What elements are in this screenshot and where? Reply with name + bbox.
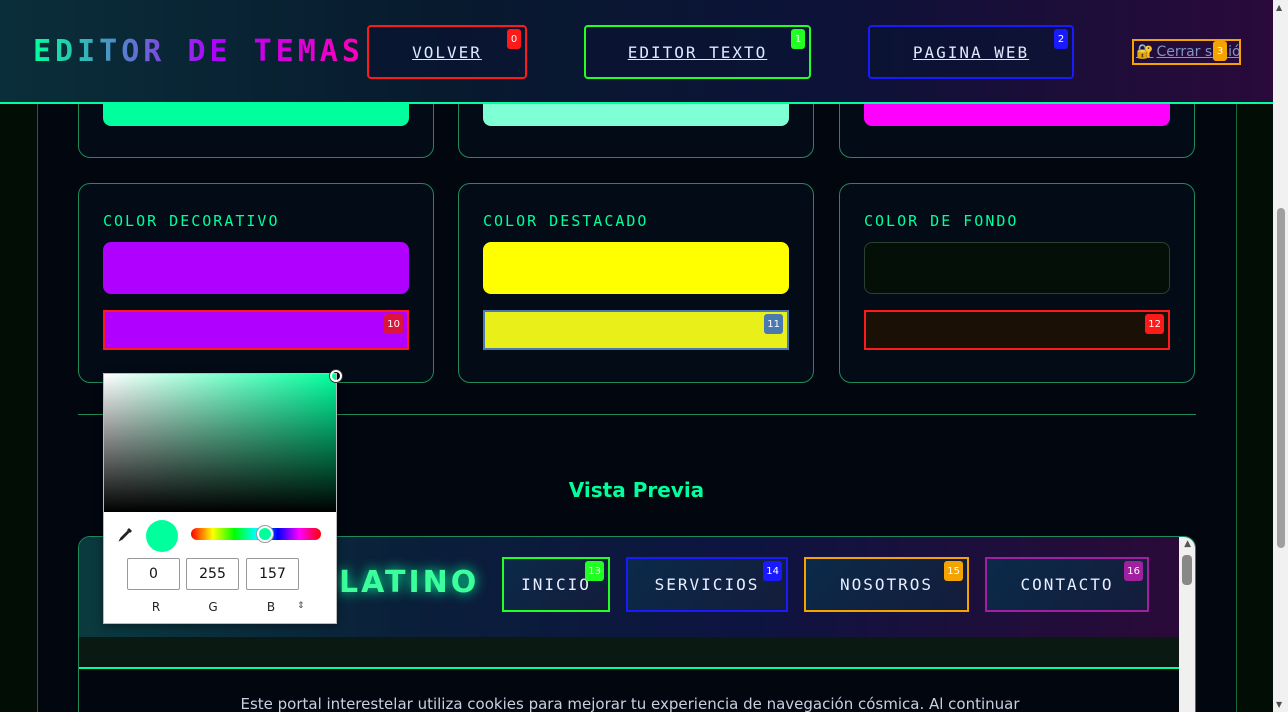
preview-scroll-thumb[interactable] bbox=[1182, 555, 1192, 585]
index-badge: 11 bbox=[764, 314, 783, 334]
sv-cursor[interactable] bbox=[330, 370, 342, 382]
preview-nav-nosotros[interactable]: NOSOTROS 15 bbox=[804, 557, 969, 612]
scroll-down-icon[interactable]: ▼ bbox=[1276, 700, 1282, 709]
preview-nav-inicio[interactable]: INICIO 13 bbox=[502, 557, 610, 612]
saturation-value-area[interactable] bbox=[104, 370, 342, 512]
index-badge: 3 bbox=[1213, 41, 1227, 61]
color-input-destacado[interactable]: 11 bbox=[483, 310, 789, 350]
color-input-decorativo[interactable]: 10 bbox=[103, 310, 409, 350]
blue-label: B bbox=[266, 600, 276, 614]
top-header: EDITOR DE TEMAS VOLVER 0 EDITOR TEXTO 1 … bbox=[0, 0, 1273, 104]
index-badge: 0 bbox=[507, 29, 521, 49]
color-card-secondary bbox=[458, 98, 814, 158]
color-input-fondo[interactable]: 12 bbox=[864, 310, 1170, 350]
eyedropper-icon[interactable] bbox=[118, 526, 134, 546]
preview-nav-contacto[interactable]: CONTACTO 16 bbox=[985, 557, 1149, 612]
editor-texto-button[interactable]: EDITOR TEXTO 1 bbox=[584, 25, 811, 79]
hue-thumb[interactable] bbox=[257, 526, 273, 542]
preview-nav-servicios[interactable]: SERVICIOS 14 bbox=[626, 557, 788, 612]
red-label: R bbox=[151, 600, 161, 614]
index-badge: 12 bbox=[1145, 314, 1164, 334]
color-card-accent bbox=[839, 98, 1195, 158]
index-badge: 16 bbox=[1124, 561, 1143, 581]
red-input[interactable]: 0 bbox=[127, 558, 180, 590]
color-swatch-decorativo[interactable] bbox=[103, 242, 409, 294]
hue-slider[interactable] bbox=[191, 526, 321, 542]
green-label: G bbox=[208, 600, 218, 614]
format-toggle-icon[interactable]: ⇕ bbox=[297, 601, 305, 611]
color-swatch-fondo[interactable] bbox=[864, 242, 1170, 294]
card-title: Color destacado bbox=[483, 212, 649, 230]
index-badge: 13 bbox=[585, 561, 604, 581]
preview-band bbox=[79, 637, 1181, 669]
logout-link[interactable]: 🔐 Cerrar sesión 3 bbox=[1132, 39, 1241, 65]
blue-input[interactable]: 157 bbox=[246, 558, 299, 590]
current-color-preview bbox=[146, 520, 178, 552]
cookie-notice-text: Este portal interestelar utiliza cookies… bbox=[240, 695, 1020, 712]
pagina-web-button[interactable]: PAGINA WEB 2 bbox=[868, 25, 1074, 79]
scroll-up-icon[interactable]: ▲ bbox=[1184, 539, 1191, 549]
green-input[interactable]: 255 bbox=[186, 558, 239, 590]
color-picker-popup: 0 255 157 R G B ⇕ bbox=[103, 370, 342, 624]
page-scrollbar[interactable]: ▲ ▼ bbox=[1273, 0, 1288, 712]
brand-title: EDITOR DE TEMAS bbox=[33, 34, 364, 69]
card-title: Color de fondo bbox=[864, 212, 1019, 230]
page-scroll-thumb[interactable] bbox=[1277, 208, 1285, 548]
preview-logo: LATINO bbox=[339, 565, 480, 600]
color-card-fondo: Color de fondo 12 bbox=[839, 183, 1195, 383]
preview-scrollbar[interactable]: ▲ bbox=[1179, 537, 1195, 712]
volver-button[interactable]: VOLVER 0 bbox=[367, 25, 527, 79]
index-badge: 10 bbox=[384, 314, 403, 334]
color-swatch-destacado[interactable] bbox=[483, 242, 789, 294]
color-card-destacado: Color destacado 11 bbox=[458, 183, 814, 383]
index-badge: 15 bbox=[944, 561, 963, 581]
scroll-up-icon[interactable]: ▲ bbox=[1276, 3, 1282, 12]
card-title: Color decorativo bbox=[103, 212, 280, 230]
color-card-decorativo: Color decorativo 10 bbox=[78, 183, 434, 383]
color-card-primary bbox=[78, 98, 434, 158]
index-badge: 2 bbox=[1054, 29, 1068, 49]
index-badge: 1 bbox=[791, 29, 805, 49]
index-badge: 14 bbox=[763, 561, 782, 581]
lock-key-icon: 🔐 bbox=[1136, 44, 1154, 60]
